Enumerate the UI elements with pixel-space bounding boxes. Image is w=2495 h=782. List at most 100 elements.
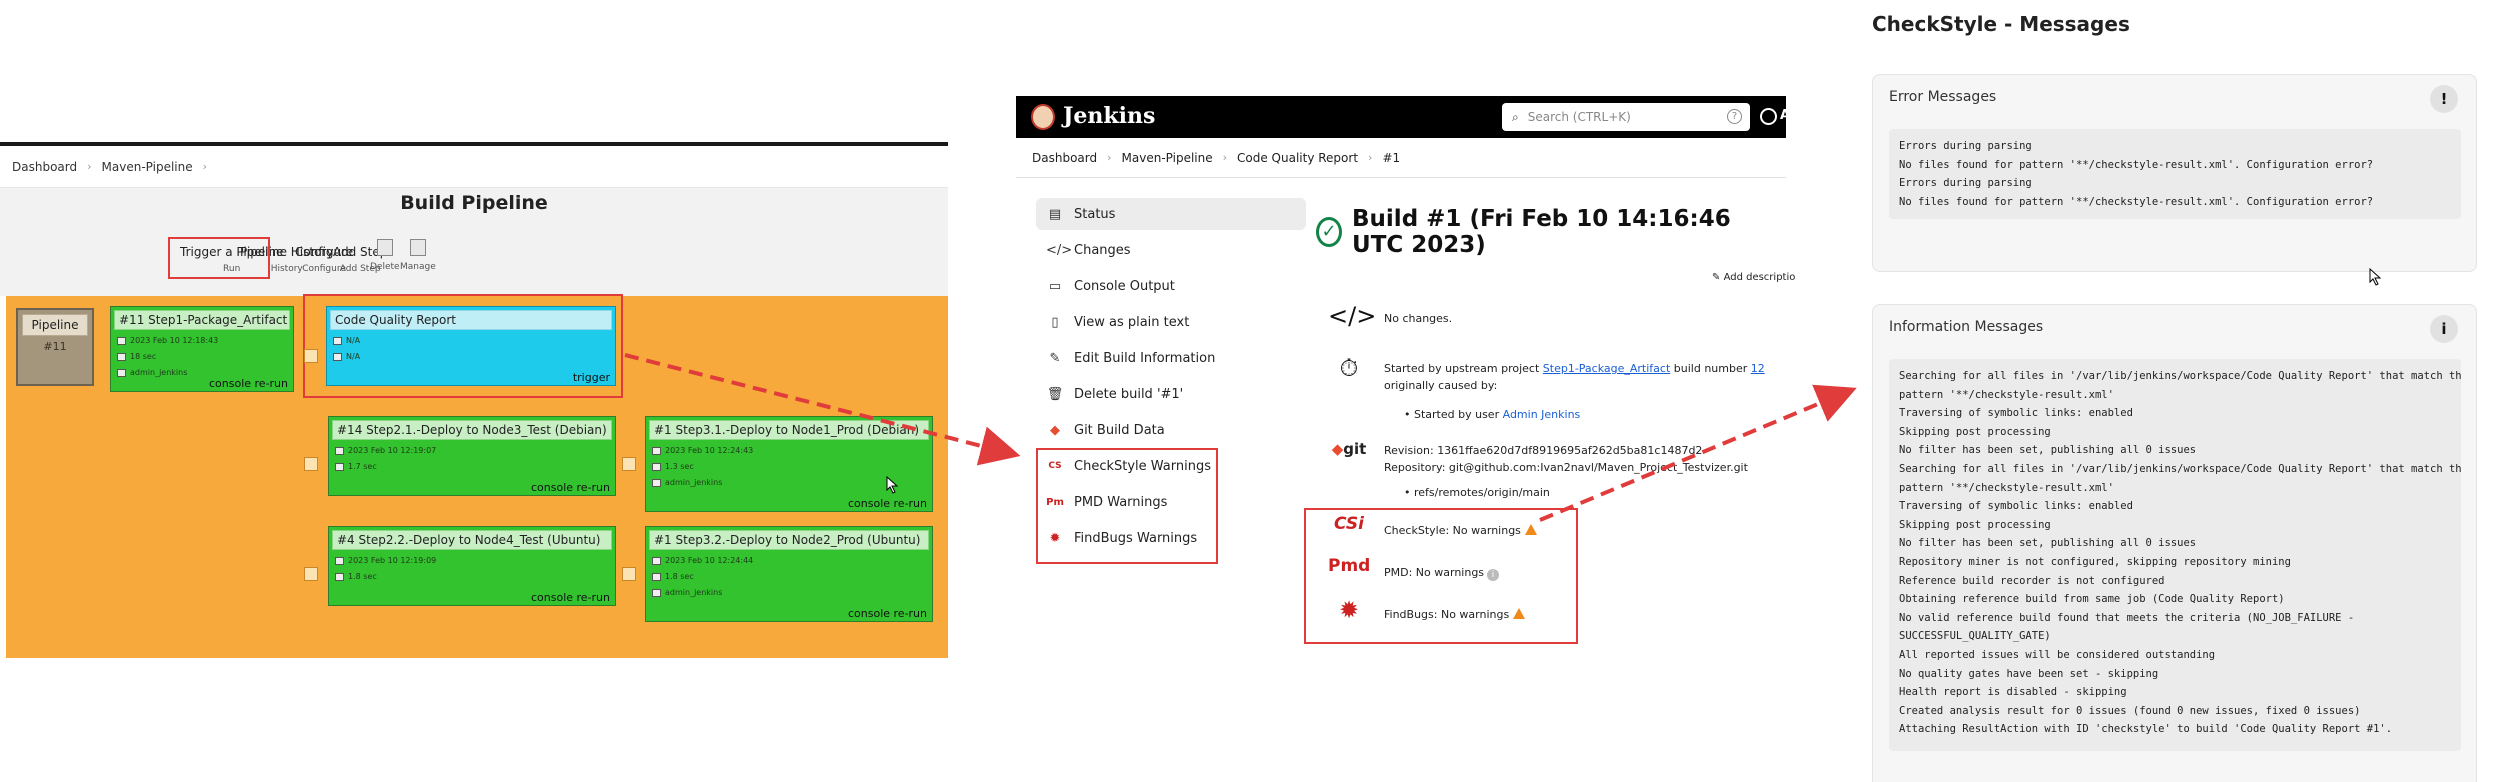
job-date: 2023 Feb 10 12:19:09 bbox=[329, 553, 615, 569]
calendar-icon bbox=[652, 556, 661, 565]
job-date: 2023 Feb 10 12:24:43 bbox=[646, 443, 932, 459]
error-messages-card: Error Messages ! Errors during parsing N… bbox=[1872, 74, 2477, 272]
user-icon bbox=[652, 478, 661, 487]
delete-icon bbox=[376, 239, 393, 256]
highlight-code-quality-report bbox=[303, 294, 623, 398]
sidebar-item-console-output[interactable]: ▭ Console Output bbox=[1036, 270, 1306, 302]
terminal-icon: ▭ bbox=[1048, 278, 1062, 294]
user-icon[interactable] bbox=[1760, 108, 1777, 125]
sidebar-item-status[interactable]: ▤ Status bbox=[1036, 198, 1306, 230]
job-footer[interactable]: console re-run bbox=[848, 607, 927, 620]
chevron-right-icon: › bbox=[202, 160, 208, 173]
job-duration: 18 sec bbox=[111, 349, 293, 365]
card-title: Information Messages bbox=[1889, 319, 2044, 335]
manage-button[interactable]: Manage bbox=[400, 239, 436, 272]
job-duration: 1.8 sec bbox=[329, 569, 615, 585]
clock-icon bbox=[117, 352, 126, 361]
revision-value: 1361ffae620d7df8919695af262d5ba81c1487d2 bbox=[1437, 444, 1703, 457]
chevron-right-icon: › bbox=[1107, 151, 1112, 164]
build-pipeline-panel: Dashboard › Maven-Pipeline › Build Pipel… bbox=[0, 142, 948, 662]
pipeline-box[interactable]: Pipeline #11 bbox=[16, 308, 94, 386]
menu-sub: Manage bbox=[400, 262, 436, 272]
status-icon: ▤ bbox=[1048, 206, 1062, 222]
connector-icon bbox=[304, 457, 318, 471]
search-placeholder: Search (CTRL+K) bbox=[1527, 110, 1631, 124]
error-messages-text: Errors during parsing No files found for… bbox=[1889, 129, 2461, 219]
mouse-cursor-icon bbox=[886, 476, 899, 494]
mouse-cursor-icon bbox=[2369, 268, 2382, 286]
job-step3-2-deploy[interactable]: #1 Step3.2.-Deploy to Node2_Prod (Ubuntu… bbox=[645, 526, 933, 622]
jenkins-logo-icon[interactable] bbox=[1031, 104, 1055, 130]
sidebar-item-delete-build[interactable]: 🗑 Delete build '#1' bbox=[1036, 378, 1306, 410]
changes-text: No changes. bbox=[1384, 312, 1453, 325]
chevron-right-icon: › bbox=[87, 160, 92, 173]
job-footer[interactable]: console re-run bbox=[531, 481, 610, 494]
composite-screenshot: Dashboard › Maven-Pipeline › Build Pipel… bbox=[0, 0, 2495, 782]
started-by-user-link[interactable]: Admin Jenkins bbox=[1503, 408, 1581, 421]
job-date: 2023 Feb 10 12:24:44 bbox=[646, 553, 932, 569]
clock-icon bbox=[335, 572, 344, 581]
sidebar-label: Delete build '#1' bbox=[1074, 386, 1184, 402]
user-initial[interactable]: A bbox=[1780, 108, 1790, 123]
sidebar-item-git-build-data[interactable]: ◆ Git Build Data bbox=[1036, 414, 1306, 446]
job-date: 2023 Feb 10 12:19:07 bbox=[329, 443, 615, 459]
breadcrumb-build[interactable]: #1 bbox=[1382, 151, 1400, 165]
upstream-build-link[interactable]: 12 bbox=[1751, 362, 1765, 375]
warning-icon: ! bbox=[2430, 85, 2458, 113]
sidebar-label: Console Output bbox=[1074, 278, 1175, 294]
sidebar-item-changes[interactable]: </> Changes bbox=[1036, 234, 1306, 266]
document-icon: ▯ bbox=[1051, 314, 1059, 330]
timer-icon: ⏱ bbox=[1339, 354, 1359, 382]
breadcrumb-dashboard[interactable]: Dashboard bbox=[1032, 151, 1097, 165]
job-footer[interactable]: console re-run bbox=[848, 497, 927, 510]
user-icon bbox=[652, 588, 661, 597]
sidebar-label: View as plain text bbox=[1074, 314, 1190, 330]
jenkins-build-panel: Jenkins ⌕ Search (CTRL+K) ? A Dashboard … bbox=[1016, 96, 1795, 666]
clock-icon bbox=[335, 462, 344, 471]
clock-icon bbox=[652, 462, 661, 471]
breadcrumb-dashboard[interactable]: Dashboard bbox=[12, 160, 77, 174]
add-description-link[interactable]: ✎ Add descriptio bbox=[1712, 272, 1795, 283]
job-step1-package[interactable]: #11 Step1-Package_Artifact 2023 Feb 10 1… bbox=[110, 306, 294, 392]
job-user: admin_jenkins bbox=[646, 585, 932, 601]
job-footer[interactable]: console re-run bbox=[209, 377, 288, 390]
job-step2-1-deploy[interactable]: #14 Step2.1.-Deploy to Node3_Test (Debia… bbox=[328, 416, 616, 496]
started-by-user: • Started by user Admin Jenkins bbox=[1404, 408, 1581, 421]
delete-button[interactable]: Delete bbox=[370, 239, 400, 272]
help-icon[interactable]: ? bbox=[1727, 109, 1742, 124]
revision-label: Revision: bbox=[1384, 444, 1434, 457]
breadcrumb-maven-pipeline[interactable]: Maven-Pipeline bbox=[1122, 151, 1213, 165]
breadcrumb-code-quality[interactable]: Code Quality Report bbox=[1237, 151, 1358, 165]
info-icon: i bbox=[2430, 315, 2458, 343]
page-title: Build Pipeline bbox=[400, 192, 548, 214]
jenkins-brand[interactable]: Jenkins bbox=[1063, 103, 1155, 129]
edit-icon: ✎ bbox=[1049, 350, 1061, 366]
job-title: #1 Step3.1.-Deploy to Node1_Prod (Debian… bbox=[649, 420, 929, 440]
highlight-trigger-pipeline bbox=[168, 237, 270, 279]
user-icon bbox=[117, 368, 126, 377]
git-icon: ◆ bbox=[1050, 422, 1060, 438]
sidebar-item-edit-build[interactable]: ✎ Edit Build Information bbox=[1036, 342, 1306, 374]
search-input[interactable]: ⌕ Search (CTRL+K) ? bbox=[1502, 103, 1750, 131]
job-step3-1-deploy[interactable]: #1 Step3.1.-Deploy to Node1_Prod (Debian… bbox=[645, 416, 933, 512]
card-title: Error Messages bbox=[1889, 89, 1997, 105]
highlight-warnings-summary bbox=[1304, 508, 1578, 644]
upstream-project-link[interactable]: Step1-Package_Artifact bbox=[1543, 362, 1671, 375]
job-duration: 1.3 sec bbox=[646, 459, 932, 475]
job-step2-2-deploy[interactable]: #4 Step2.2.-Deploy to Node4_Test (Ubuntu… bbox=[328, 526, 616, 606]
started-by-prefix: Started by user bbox=[1414, 408, 1503, 421]
job-title: #4 Step2.2.-Deploy to Node4_Test (Ubuntu… bbox=[332, 530, 612, 550]
git-revision: Revision: 1361ffae620d7df8919695af262d5b… bbox=[1384, 442, 1702, 459]
code-icon: </> bbox=[1328, 302, 1377, 330]
breadcrumb: Dashboard › Maven-Pipeline › bbox=[0, 146, 948, 188]
upstream-text: Started by upstream project Step1-Packag… bbox=[1384, 360, 1765, 394]
connector-icon bbox=[304, 349, 318, 363]
job-footer[interactable]: console re-run bbox=[531, 591, 610, 604]
information-messages-card: Information Messages i Searching for all… bbox=[1872, 304, 2477, 782]
job-date: 2023 Feb 10 12:18:43 bbox=[111, 333, 293, 349]
build-title: ✓ Build #1 (Fri Feb 10 14:16:46 UTC 2023… bbox=[1316, 206, 1786, 258]
repository-label: Repository: bbox=[1384, 461, 1446, 474]
upstream-middle: build number bbox=[1670, 362, 1751, 375]
breadcrumb-maven-pipeline[interactable]: Maven-Pipeline bbox=[102, 160, 193, 174]
sidebar-item-plain-text[interactable]: ▯ View as plain text bbox=[1036, 306, 1306, 338]
